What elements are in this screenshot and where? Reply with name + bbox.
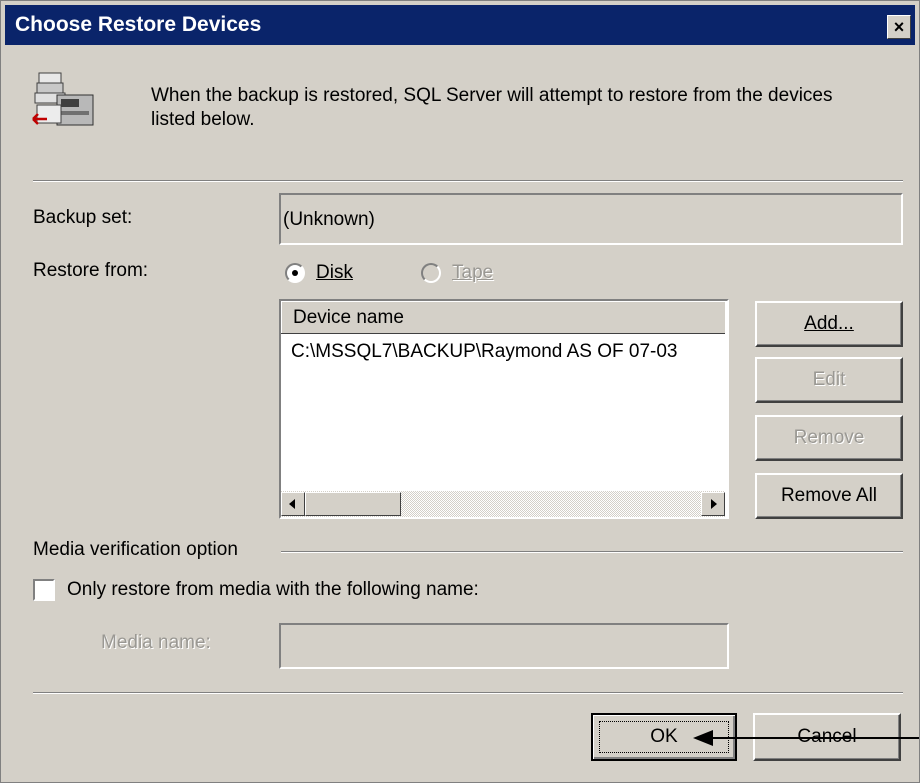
media-name-field[interactable] (279, 623, 729, 669)
header-message: When the backup is restored, SQL Server … (151, 85, 833, 130)
header-separator (33, 180, 903, 182)
scroll-left-button[interactable] (281, 492, 305, 516)
remove-button[interactable]: Remove (755, 415, 903, 461)
right-arrow-icon (711, 499, 717, 509)
tape-radio-button[interactable] (421, 263, 441, 283)
device-name-column-header[interactable]: Device name (281, 301, 725, 334)
add-button-label: Add... (804, 313, 854, 334)
ok-button-label: OK (650, 726, 678, 747)
backup-set-field: (Unknown) (279, 193, 903, 245)
scroll-right-button[interactable] (701, 492, 725, 516)
media-name-label: Media name: (101, 632, 211, 653)
remove-all-button-label: Remove All (780, 485, 878, 506)
tape-radio-label: Tape (452, 262, 494, 283)
only-restore-media-checkbox[interactable]: Only restore from media with the followi… (33, 577, 553, 605)
tape-drive-restore-icon (27, 69, 99, 135)
pointer-arrow-icon (693, 730, 919, 746)
title-bar[interactable]: Choose Restore Devices × (5, 5, 915, 45)
add-button[interactable]: Add... (755, 301, 903, 347)
choose-restore-devices-dialog: Choose Restore Devices × When the backup… (0, 0, 920, 783)
backup-set-value: (Unknown) (283, 209, 375, 230)
edit-button-label: Edit (812, 369, 846, 390)
scroll-thumb[interactable] (305, 492, 401, 516)
edit-button[interactable]: Edit (755, 357, 903, 403)
tape-radio[interactable]: Tape (421, 261, 511, 287)
horizontal-scrollbar[interactable] (281, 491, 725, 517)
media-verification-group-label: Media verification option (33, 539, 238, 560)
device-row-path: C:\MSSQL7\BACKUP\Raymond AS OF 07-03 (291, 341, 678, 362)
remove-button-label: Remove (793, 427, 865, 448)
restore-from-label: Restore from: (33, 260, 149, 281)
media-verification-separator (281, 551, 903, 553)
backup-set-label: Backup set: (33, 207, 133, 228)
disk-radio-button[interactable] (285, 263, 305, 283)
remove-all-button[interactable]: Remove All (755, 473, 903, 519)
disk-radio[interactable]: Disk (285, 261, 375, 287)
window-title: Choose Restore Devices (15, 13, 262, 36)
only-restore-media-checkbox-label: Only restore from media with the followi… (67, 579, 479, 600)
device-list[interactable]: Device name C:\MSSQL7\BACKUP\Raymond AS … (279, 299, 729, 519)
device-name-header-label: Device name (293, 307, 404, 328)
only-restore-media-checkbox-box[interactable] (33, 579, 55, 601)
device-row[interactable]: C:\MSSQL7\BACKUP\Raymond AS OF 07-03 (281, 339, 725, 365)
disk-radio-label: Disk (316, 262, 353, 283)
footer-separator (33, 692, 903, 694)
close-button[interactable]: × (887, 15, 911, 39)
left-arrow-icon (289, 499, 295, 509)
